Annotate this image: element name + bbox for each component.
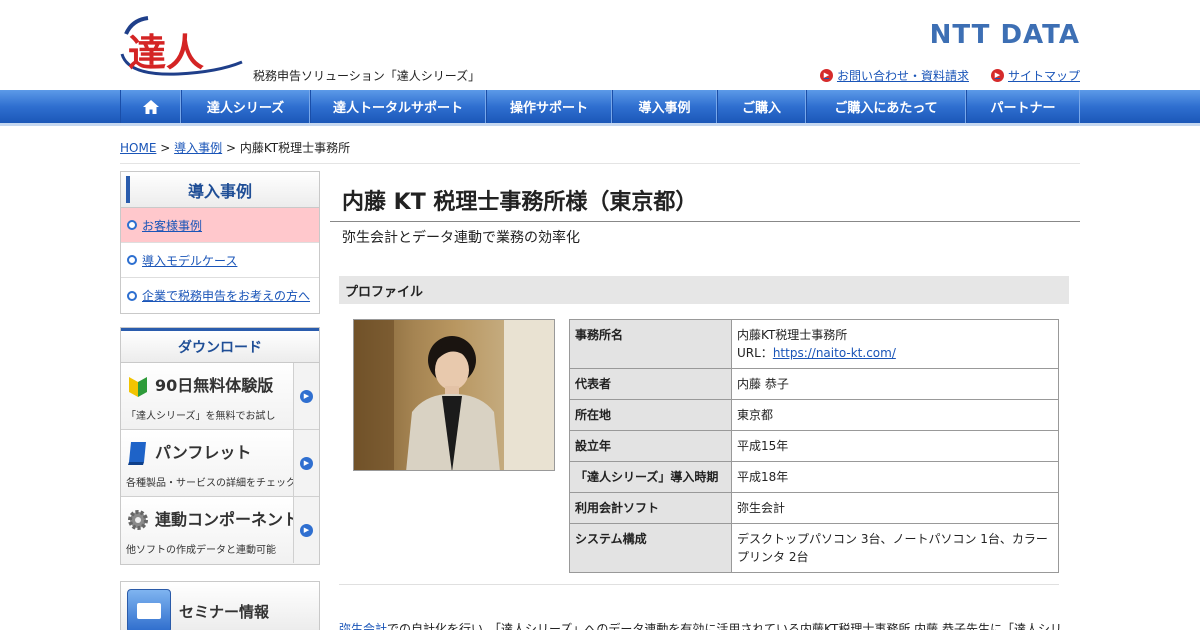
sidebar-item-model-cases[interactable]: 導入モデルケース: [121, 243, 319, 278]
bullet-icon: [127, 290, 137, 301]
download-brochure[interactable]: パンフレット 各種製品・サービスの詳細をチェック ▶: [121, 430, 319, 497]
profile-section-header: プロファイル: [339, 276, 1069, 304]
breadcrumb-current: 内藤KT税理士事務所: [239, 141, 351, 155]
url-label: URL：: [737, 346, 773, 360]
download-component-arrow[interactable]: ▶: [293, 497, 319, 563]
sidebar-item-label[interactable]: お客様事例: [142, 217, 202, 234]
profile-value: 平成18年: [731, 461, 1059, 493]
arrow-right-icon: ▶: [300, 389, 313, 403]
table-row: 代表者 内藤 恭子: [569, 368, 1059, 400]
arrow-right-icon: ▶: [819, 69, 833, 82]
sitemap-link[interactable]: ▶ サイトマップ: [990, 67, 1080, 84]
download-title: ダウンロード: [121, 328, 319, 363]
nav-operation-support[interactable]: 操作サポート: [486, 90, 612, 123]
arrow-right-icon: ▶: [300, 523, 313, 537]
download-brochure-sub: 各種製品・サービスの詳細をチェック: [126, 478, 296, 489]
download-trial-title: 90日無料体験版: [155, 376, 274, 395]
sidebar-item-label[interactable]: 企業で税務申告をお考えの方へ: [142, 287, 310, 304]
download-trial-sub: 「達人シリーズ」を無料でお試し: [126, 411, 276, 422]
profile-value: 東京都: [731, 399, 1059, 431]
profile-key: 事務所名: [569, 319, 732, 369]
profile-value: 内藤 恭子: [731, 368, 1059, 400]
page-title: 内藤 KT 税理士事務所様（東京都）: [342, 190, 698, 215]
download-component-title: 連動コンポーネント: [155, 510, 300, 529]
nav-purchase-info[interactable]: ご購入にあたって: [806, 90, 966, 123]
download-trial[interactable]: 90日無料体験版 「達人シリーズ」を無料でお試し ▶: [121, 363, 319, 430]
site-header: 達人 税務申告ソリューション「達人シリーズ」 NTT DATA ▶ お問い合わせ・…: [0, 0, 1200, 90]
table-row: 事務所名 内藤KT税理士事務所 URL：https://naito-kt.com…: [569, 319, 1059, 369]
bullet-icon: [127, 255, 137, 265]
download-component[interactable]: 連動コンポーネント 他ソフトの作成データと連動可能 ▶: [121, 497, 319, 564]
nav-tatsujin-series[interactable]: 達人シリーズ: [181, 90, 310, 123]
table-row: 設立年 平成15年: [569, 430, 1059, 462]
profile-key: 所在地: [569, 399, 732, 431]
office-name: 内藤KT税理士事務所: [737, 328, 848, 342]
table-row: 利用会計ソフト 弥生会計: [569, 492, 1059, 524]
brochure-icon: [128, 442, 146, 465]
profile-key: 「達人シリーズ」導入時期: [569, 461, 732, 493]
global-nav: 達人シリーズ 達人トータルサポート 操作サポート 導入事例 ご購入 ご購入にあた…: [0, 90, 1200, 126]
table-row: 「達人シリーズ」導入時期 平成18年: [569, 461, 1059, 493]
contact-link[interactable]: ▶ お問い合わせ・資料請求: [819, 67, 969, 84]
profile-table: 事務所名 内藤KT税理士事務所 URL：https://naito-kt.com…: [569, 319, 1059, 573]
arrow-right-icon: ▶: [990, 69, 1004, 82]
page-subtitle: 弥生会計とデータ連動で業務の効率化: [342, 230, 580, 246]
intro-paragraph: 弥生会計での自計化を行い、「達人シリーズ」へのデータ連動を有効に活用されている内…: [339, 620, 1069, 630]
home-icon: [142, 99, 159, 114]
title-divider: [330, 221, 1080, 222]
profile-value: デスクトップパソコン 3台、ノートパソコン 1台、カラープリンタ 2台: [731, 523, 1059, 573]
sidebar-item-customer-cases[interactable]: お客様事例: [121, 208, 319, 243]
profile-value: 弥生会計: [731, 492, 1059, 524]
ntt-data-logo[interactable]: NTT DATA: [930, 20, 1080, 50]
intro-text: での自計化を行い、「達人シリーズ」へのデータ連動を有効に活用されている内藤KT税…: [387, 622, 1062, 630]
profile-key: システム構成: [569, 523, 732, 573]
sidebar-item-corporate[interactable]: 企業で税務申告をお考えの方へ: [121, 278, 319, 313]
divider: [120, 163, 1080, 164]
download-brochure-arrow[interactable]: ▶: [293, 430, 319, 496]
download-component-sub: 他ソフトの作成データと連動可能: [126, 545, 276, 556]
sitemap-link-label: サイトマップ: [1007, 69, 1080, 83]
profile-value: 内藤KT税理士事務所 URL：https://naito-kt.com/: [731, 319, 1059, 369]
nav-home[interactable]: [120, 90, 181, 123]
table-row: システム構成 デスクトップパソコン 3台、ノートパソコン 1台、カラープリンタ …: [569, 523, 1059, 573]
office-url-link[interactable]: https://naito-kt.com/: [773, 346, 896, 360]
breadcrumb: HOME > 導入事例 > 内藤KT税理士事務所: [120, 139, 350, 156]
contact-link-label: お問い合わせ・資料請求: [836, 69, 969, 83]
breadcrumb-home[interactable]: HOME: [120, 141, 156, 155]
profile-key: 設立年: [569, 430, 732, 462]
sidebar-title: 導入事例: [121, 172, 319, 208]
download-panel: ダウンロード 90日無料体験版 「達人シリーズ」を無料でお試し ▶ パンフレット…: [120, 327, 320, 565]
breadcrumb-section[interactable]: 導入事例: [174, 141, 222, 155]
logo-text: 達人: [128, 30, 204, 75]
tatsujin-logo[interactable]: 達人: [118, 14, 248, 82]
beginner-leaf-icon: [129, 377, 147, 397]
seminar-title: セミナー情報: [179, 603, 270, 621]
breadcrumb-sep: >: [160, 141, 171, 155]
profile-value: 平成15年: [731, 430, 1059, 462]
bullet-icon: [127, 220, 137, 230]
seminar-banner[interactable]: セミナー情報: [120, 581, 320, 630]
download-brochure-title: パンフレット: [155, 443, 252, 462]
breadcrumb-sep: >: [225, 141, 237, 155]
nav-purchase[interactable]: ご購入: [717, 90, 806, 123]
profile-key: 代表者: [569, 368, 732, 400]
office-url-row: URL：https://naito-kt.com/: [737, 344, 1053, 362]
nav-partner[interactable]: パートナー: [966, 90, 1080, 123]
content-divider: [339, 584, 1059, 585]
sidebar-case-menu: 導入事例 お客様事例 導入モデルケース 企業で税務申告をお考えの方へ: [120, 171, 320, 314]
site-tagline: 税務申告ソリューション「達人シリーズ」: [253, 69, 481, 83]
nav-total-support[interactable]: 達人トータルサポート: [310, 90, 486, 123]
nav-case-studies[interactable]: 導入事例: [612, 90, 717, 123]
arrow-right-icon: ▶: [300, 456, 313, 470]
yayoi-link[interactable]: 弥生会計: [339, 622, 387, 630]
seminar-icon: [127, 589, 171, 630]
table-row: 所在地 東京都: [569, 399, 1059, 431]
gear-icon: [128, 510, 148, 530]
download-trial-arrow[interactable]: ▶: [293, 363, 319, 429]
profile-key: 利用会計ソフト: [569, 492, 732, 524]
sidebar-item-label[interactable]: 導入モデルケース: [142, 252, 237, 269]
header-links: ▶ お問い合わせ・資料請求 ▶ サイトマップ: [819, 67, 1080, 84]
representative-photo: [353, 319, 555, 471]
